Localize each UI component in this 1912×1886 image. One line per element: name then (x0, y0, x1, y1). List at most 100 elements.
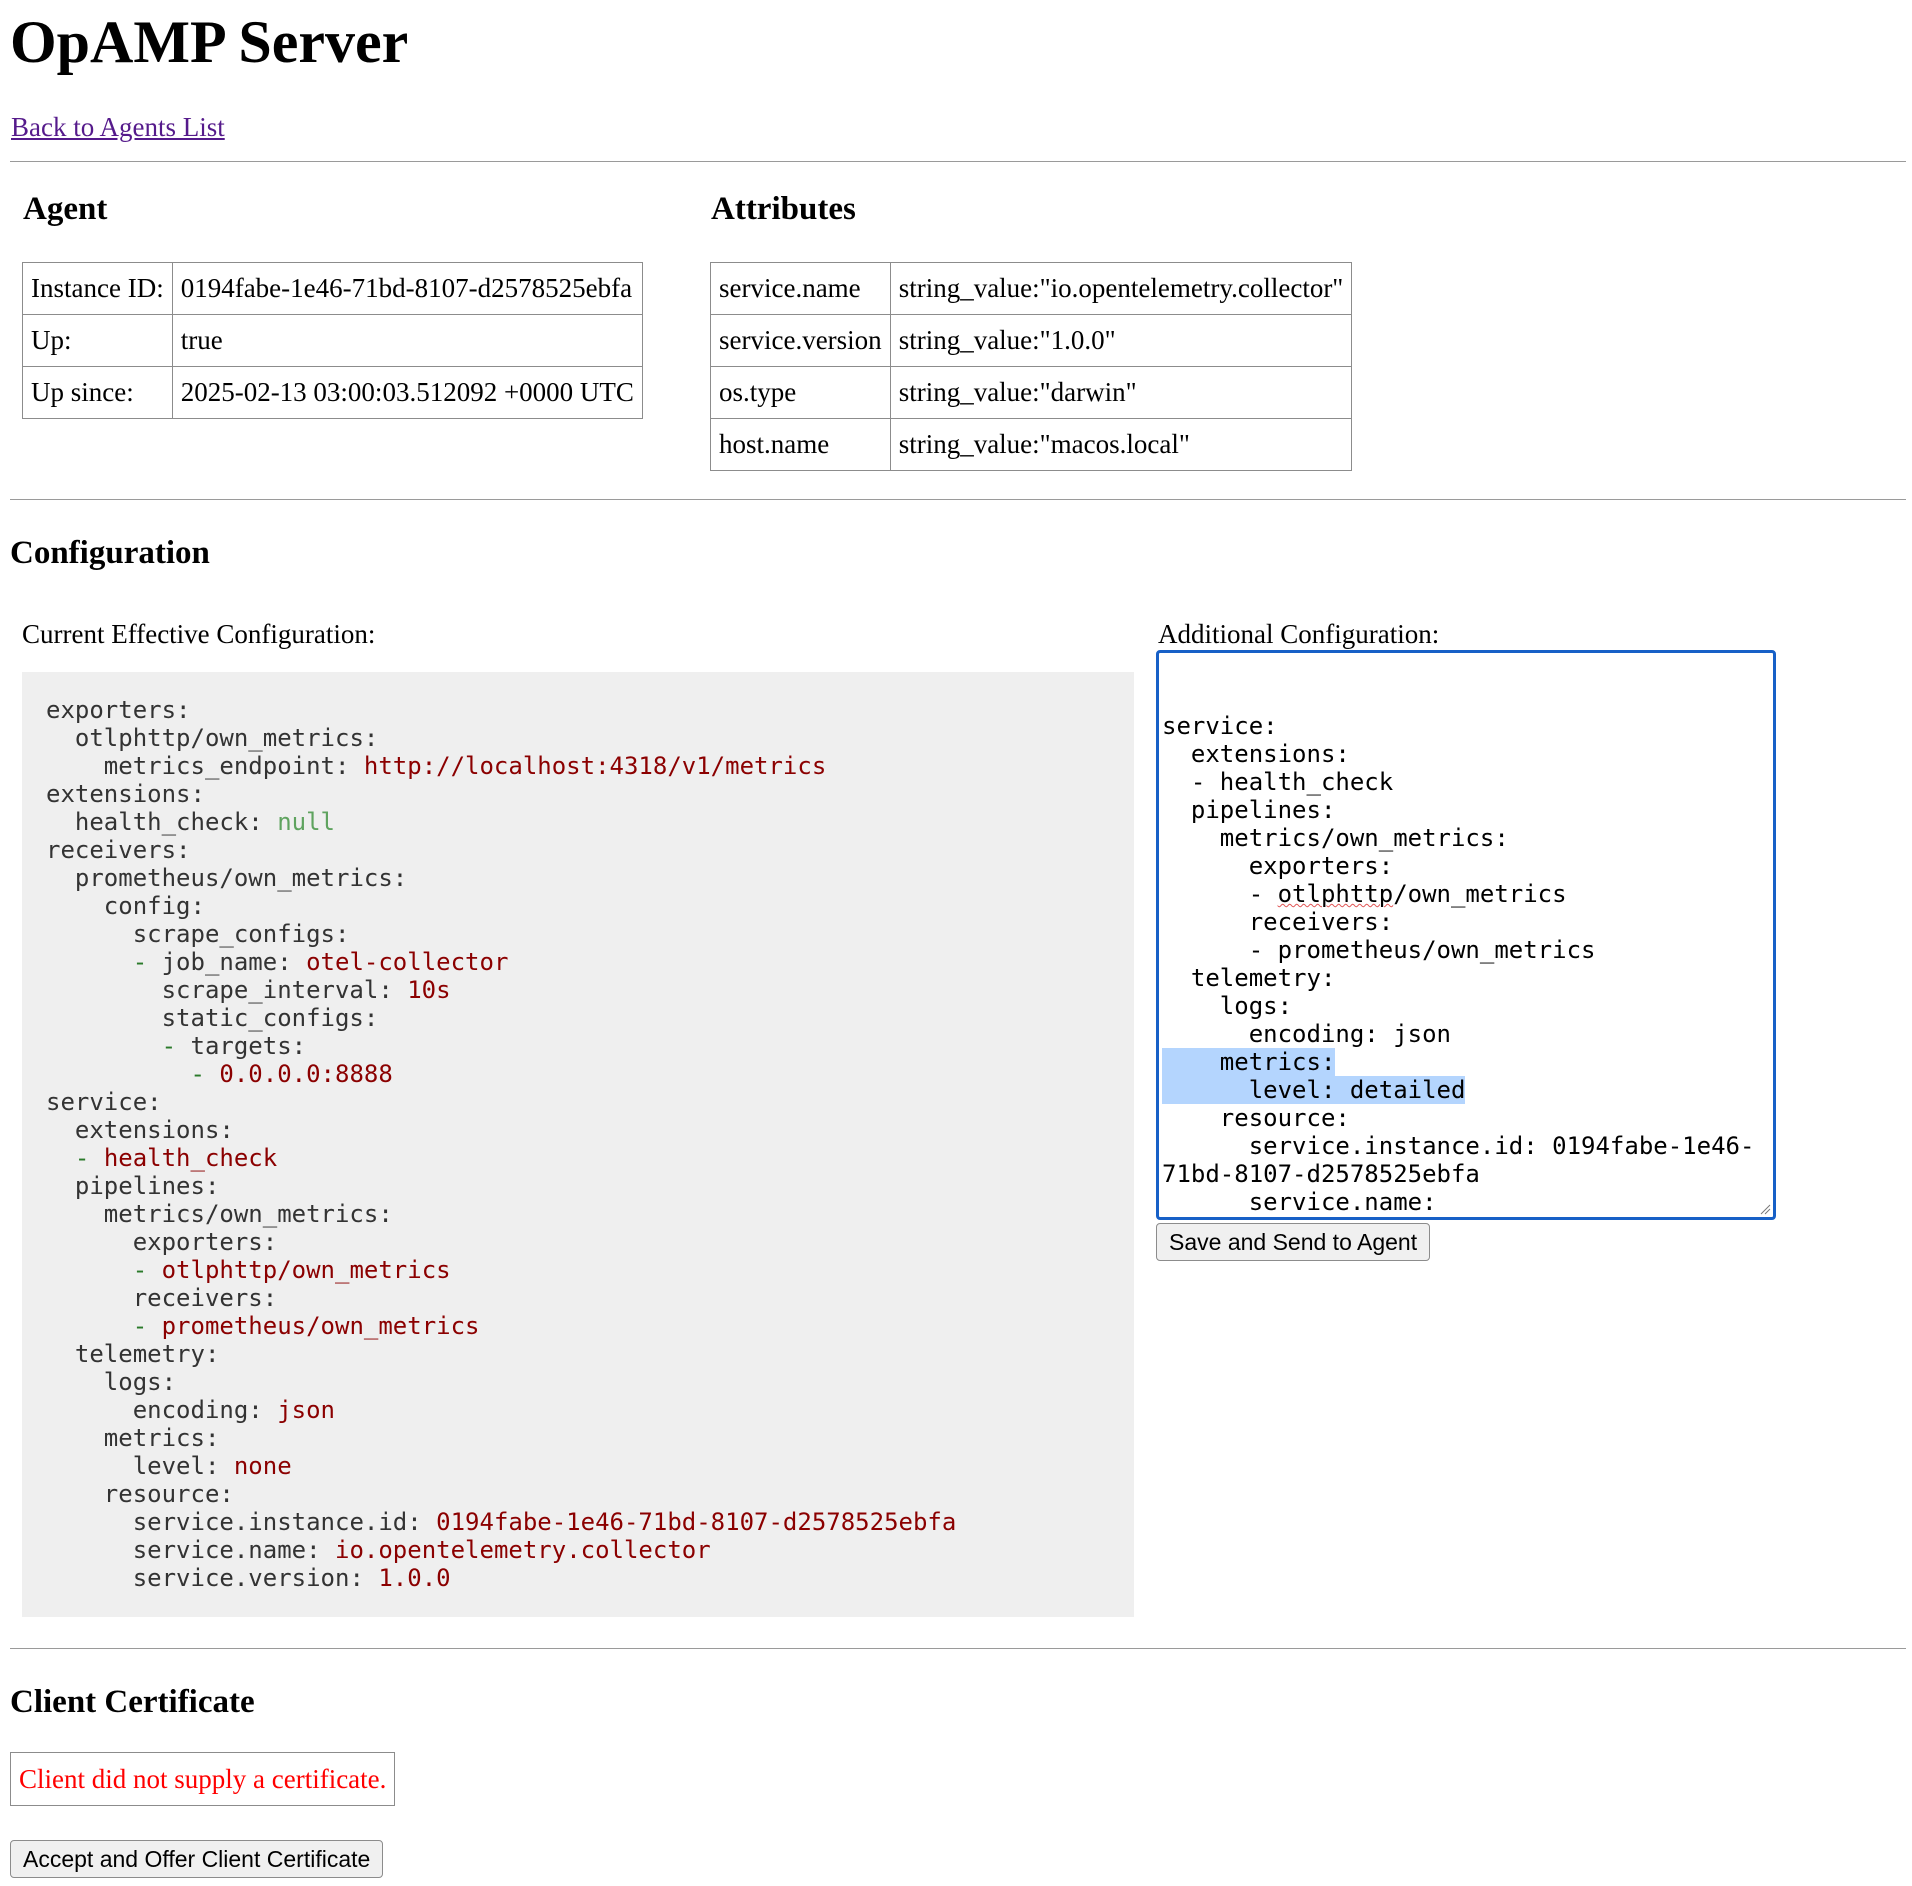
textarea-line: service: (1162, 712, 1770, 740)
yaml-line: service: (46, 1088, 1134, 1116)
divider-top (10, 161, 1906, 162)
yaml-key: service: (46, 1088, 162, 1116)
yaml-line: extensions: (46, 780, 1134, 808)
yaml-value: 1.0.0 (378, 1564, 451, 1592)
certificate-heading: Client Certificate (10, 1684, 255, 1720)
yaml-key: logs: (103, 1368, 177, 1396)
yaml-key: scrape_configs: (132, 920, 350, 948)
yaml-key: exporters: (132, 1228, 278, 1256)
yaml-key: exporters: (46, 696, 191, 724)
yaml-line: config: (46, 892, 1134, 920)
agent-table: Instance ID: 0194fabe-1e46-71bd-8107-d257… (22, 262, 643, 419)
textarea-text: /own_metrics (1393, 880, 1567, 908)
textarea-line: io.opentelemetry.collector (1162, 1216, 1770, 1217)
yaml-line: receivers: (46, 1284, 1134, 1312)
attribute-key: os.type (711, 367, 891, 419)
yaml-line: static_configs: (46, 1004, 1134, 1032)
yaml-dash: - (132, 1256, 162, 1284)
yaml-value: health_check (103, 1144, 278, 1172)
yaml-dash: - (161, 1032, 191, 1060)
yaml-line: prometheus/own_metrics: (46, 864, 1134, 892)
textarea-text: - prometheus/own_metrics (1162, 936, 1596, 964)
attributes-heading: Attributes (711, 191, 856, 227)
textarea-text: extensions: (1162, 740, 1350, 768)
yaml-line: health_check: null (46, 808, 1134, 836)
agent-label: Up since: (23, 367, 173, 419)
textarea-text: exporters: (1162, 852, 1394, 880)
textarea-line: metrics: (1162, 1048, 1770, 1076)
selected-text: level: detailed (1162, 1076, 1466, 1104)
textarea-line: 71bd-8107-d2578525ebfa (1162, 1160, 1770, 1188)
yaml-value: 10s (407, 976, 451, 1004)
attributes-table: service.name string_value:"io.opentelemet… (710, 262, 1353, 471)
additional-config-textarea[interactable]: service: extensions: - health_check pipe… (1156, 650, 1776, 1220)
yaml-value: null (277, 808, 335, 836)
attribute-value: string_value:"macos.local" (890, 419, 1353, 471)
textarea-line: logs: (1162, 992, 1770, 1020)
yaml-value: http://localhost:4318/v1/metrics (363, 752, 827, 780)
yaml-key: resource: (103, 1480, 234, 1508)
yaml-key: pipelines: (74, 1172, 220, 1200)
divider-attributes (10, 499, 1906, 500)
current-config-yaml: exporters: otlphttp/own_metrics: metrics… (22, 672, 1134, 1617)
spellcheck-word: otlphttp (1277, 880, 1394, 908)
yaml-line: receivers: (46, 836, 1134, 864)
textarea-line: - otlphttp/own_metrics (1162, 880, 1770, 908)
yaml-line: exporters: (46, 1228, 1134, 1256)
yaml-value: io.opentelemetry.collector (335, 1536, 711, 1564)
yaml-line: logs: (46, 1368, 1134, 1396)
yaml-line: resource: (46, 1480, 1134, 1508)
yaml-key: targets: (190, 1032, 307, 1060)
textarea-text: - (1162, 880, 1278, 908)
textarea-text: logs: (1162, 992, 1293, 1020)
yaml-key: encoding: (132, 1396, 278, 1424)
attribute-row: os.type string_value:"darwin" (711, 367, 1353, 419)
textarea-line: metrics/own_metrics: (1162, 824, 1770, 852)
yaml-key: level: (132, 1452, 234, 1480)
yaml-key: extensions: (74, 1116, 234, 1144)
yaml-value: otlphttp/own_metrics (161, 1256, 451, 1284)
yaml-value: 0.0.0.0:8888 (219, 1060, 393, 1088)
yaml-line: telemetry: (46, 1340, 1134, 1368)
textarea-line: - prometheus/own_metrics (1162, 936, 1770, 964)
spellcheck-word: io.opentelemetry.collector (1162, 1216, 1538, 1217)
resize-handle-icon[interactable] (1759, 1203, 1771, 1215)
yaml-line: service.instance.id: 0194fabe-1e46-71bd-… (46, 1508, 1134, 1536)
yaml-value: prometheus/own_metrics (161, 1312, 480, 1340)
yaml-line: pipelines: (46, 1172, 1134, 1200)
yaml-line: level: none (46, 1452, 1134, 1480)
textarea-text: - health_check (1162, 768, 1394, 796)
yaml-line: scrape_interval: 10s (46, 976, 1134, 1004)
selected-text: metrics: (1162, 1048, 1336, 1076)
yaml-line: metrics_endpoint: http://localhost:4318/… (46, 752, 1134, 780)
attribute-key: host.name (711, 419, 891, 471)
textarea-text: service.instance.id: 0194fabe-1e46- (1162, 1132, 1755, 1160)
accept-certificate-button[interactable]: Accept and Offer Client Certificate (10, 1840, 384, 1878)
yaml-key: static_configs: (161, 1004, 379, 1032)
yaml-line: service.name: io.opentelemetry.collector (46, 1536, 1134, 1564)
textarea-line: encoding: json (1162, 1020, 1770, 1048)
page-title: OpAMP Server (10, 9, 409, 75)
back-to-agents-link[interactable]: Back to Agents List (11, 112, 225, 143)
attribute-row: host.name string_value:"macos.local" (711, 419, 1353, 471)
save-and-send-button[interactable]: Save and Send to Agent (1156, 1223, 1431, 1261)
attribute-row: service.name string_value:"io.opentelemet… (711, 263, 1353, 315)
textarea-text: telemetry: (1162, 964, 1336, 992)
yaml-line: service.version: 1.0.0 (46, 1564, 1134, 1592)
yaml-line: encoding: json (46, 1396, 1134, 1424)
yaml-line: - job_name: otel-collector (46, 948, 1134, 976)
current-config-label: Current Effective Configuration: (22, 619, 376, 649)
textarea-text: 71bd-8107-d2578525ebfa (1162, 1160, 1480, 1188)
yaml-key: service.instance.id: (132, 1508, 437, 1536)
yaml-key: extensions: (46, 780, 205, 808)
textarea-line: telemetry: (1162, 964, 1770, 992)
yaml-key: metrics_endpoint: (103, 752, 364, 780)
yaml-line: metrics/own_metrics: (46, 1200, 1134, 1228)
textarea-line: - health_check (1162, 768, 1770, 796)
yaml-line: scrape_configs: (46, 920, 1134, 948)
yaml-line: metrics: (46, 1424, 1134, 1452)
agent-row: Up: true (23, 315, 643, 367)
yaml-key: health_check: (74, 808, 278, 836)
agent-heading: Agent (23, 191, 108, 227)
textarea-line: receivers: (1162, 908, 1770, 936)
